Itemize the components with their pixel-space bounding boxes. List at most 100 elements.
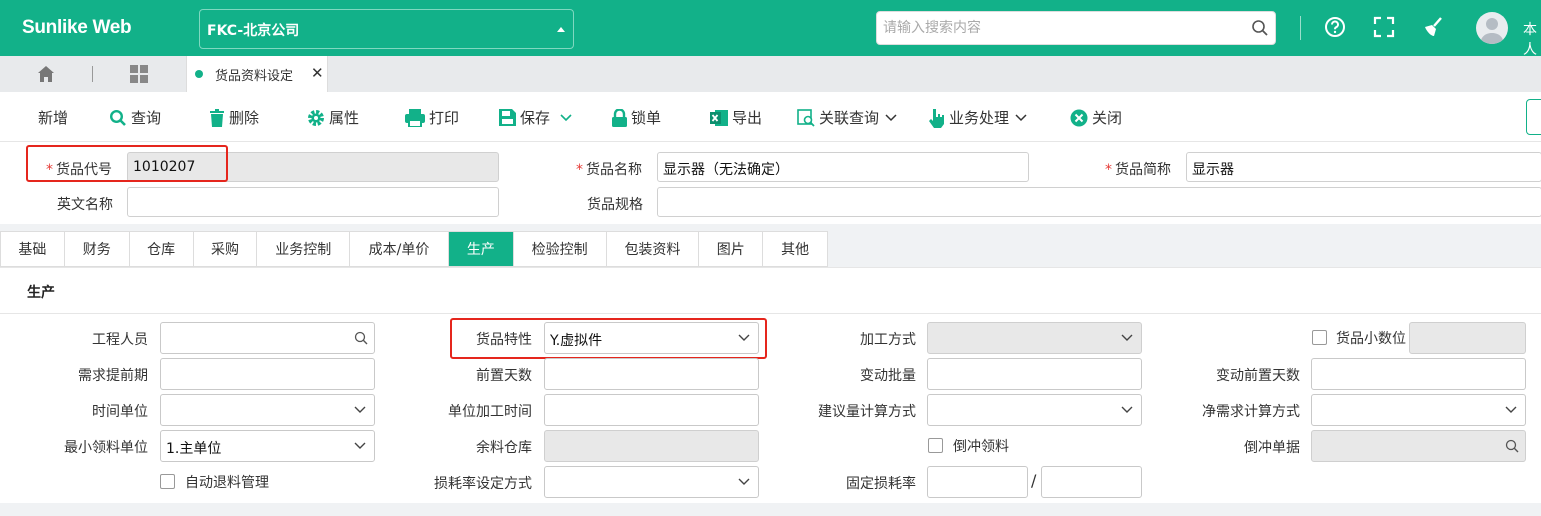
lock-button[interactable]: 锁单 bbox=[612, 107, 661, 128]
company-name: FKC-北京公司 bbox=[207, 23, 300, 39]
net-req-calc-select[interactable] bbox=[1311, 394, 1526, 426]
more-button[interactable] bbox=[1526, 99, 1541, 135]
chevron-down-icon[interactable] bbox=[1015, 113, 1027, 122]
avatar[interactable] bbox=[1476, 12, 1508, 44]
loss-rate-method-label: 损耗率设定方式 bbox=[434, 476, 532, 492]
min-issue-unit-select[interactable]: 1.主单位 bbox=[160, 430, 375, 462]
search-icon[interactable] bbox=[1505, 439, 1519, 453]
backflush-doc-label: 倒冲单据 bbox=[1244, 440, 1300, 456]
change-pre-days-field[interactable] bbox=[1311, 358, 1526, 390]
tab-business-control[interactable]: 业务控制 bbox=[257, 232, 351, 266]
time-unit-select[interactable] bbox=[160, 394, 375, 426]
chevron-down-icon[interactable] bbox=[1121, 334, 1133, 342]
change-batch-label: 变动批量 bbox=[860, 368, 916, 384]
lead-days-field[interactable] bbox=[160, 358, 375, 390]
label-text: 货品简称 bbox=[1115, 162, 1171, 178]
caret-up-icon bbox=[557, 27, 565, 32]
export-button[interactable]: 导出 bbox=[710, 107, 762, 128]
tab-purchase[interactable]: 采购 bbox=[194, 232, 258, 266]
query-button[interactable]: 查询 bbox=[109, 107, 161, 128]
toolbar: 新增 查询 删除 属性 打印 保存 锁单 导出 关联查询 业务处理 关闭 bbox=[0, 92, 1541, 142]
company-selector[interactable]: FKC-北京公司 bbox=[199, 9, 574, 49]
lead-days-label: 需求提前期 bbox=[78, 368, 148, 384]
export-label: 导出 bbox=[732, 109, 763, 127]
chevron-down-icon[interactable] bbox=[738, 478, 750, 486]
fixed-loss-field-a[interactable] bbox=[927, 466, 1028, 498]
tab-warehouse[interactable]: 仓库 bbox=[130, 232, 194, 266]
help-icon[interactable] bbox=[1324, 16, 1346, 38]
lock-label: 锁单 bbox=[631, 109, 662, 127]
required-mark: * bbox=[1105, 162, 1112, 178]
business-button[interactable]: 业务处理 bbox=[929, 107, 1031, 128]
loss-rate-method-select[interactable] bbox=[544, 466, 759, 498]
chevron-down-icon[interactable] bbox=[885, 113, 897, 122]
close-icon[interactable]: ✕ bbox=[311, 64, 324, 82]
document-tab-bar: 货品资料设定 ✕ bbox=[0, 56, 1541, 92]
engineer-label: 工程人员 bbox=[92, 332, 148, 348]
spec-field[interactable] bbox=[657, 187, 1541, 217]
chevron-down-icon[interactable] bbox=[1505, 406, 1517, 414]
divider bbox=[1300, 16, 1301, 40]
suggest-calc-select[interactable] bbox=[927, 394, 1142, 426]
tab-basic[interactable]: 基础 bbox=[1, 232, 65, 266]
top-bar: Sunlike Web FKC-北京公司 本人 bbox=[0, 0, 1541, 59]
chevron-down-icon[interactable] bbox=[1121, 406, 1133, 414]
save-button[interactable]: 保存 bbox=[499, 107, 576, 128]
item-name-field[interactable]: 显示器（无法确定） bbox=[657, 152, 1029, 182]
tab-label: 货品资料设定 bbox=[215, 69, 294, 84]
auto-return-checkbox[interactable] bbox=[160, 474, 175, 489]
search-icon[interactable] bbox=[354, 331, 368, 345]
broom-icon[interactable] bbox=[1421, 16, 1445, 38]
search-input[interactable] bbox=[883, 13, 1243, 43]
search-icon[interactable] bbox=[1251, 19, 1269, 37]
tab-production[interactable]: 生产 bbox=[448, 232, 514, 266]
chevron-down-icon[interactable] bbox=[354, 406, 366, 414]
english-name-field[interactable] bbox=[127, 187, 499, 217]
pre-days-field[interactable] bbox=[544, 358, 759, 390]
tab-other[interactable]: 其他 bbox=[763, 232, 827, 266]
item-short-field[interactable]: 显示器 bbox=[1186, 152, 1541, 182]
time-unit-label: 时间单位 bbox=[92, 404, 148, 420]
change-batch-field[interactable] bbox=[927, 358, 1142, 390]
tab-item-settings[interactable]: 货品资料设定 ✕ bbox=[186, 56, 328, 92]
new-button[interactable]: 新增 bbox=[38, 107, 68, 128]
lock-icon bbox=[612, 108, 627, 127]
engineer-field[interactable] bbox=[160, 322, 375, 354]
tab-inspection[interactable]: 检验控制 bbox=[514, 232, 607, 266]
divider bbox=[0, 313, 1541, 314]
backflush-checkbox[interactable] bbox=[928, 438, 943, 453]
backflush-label: 倒冲领料 bbox=[953, 439, 1009, 455]
grid-icon[interactable] bbox=[130, 65, 149, 83]
chevron-down-icon[interactable] bbox=[354, 442, 366, 450]
tab-finance[interactable]: 财务 bbox=[65, 232, 130, 266]
related-query-label: 关联查询 bbox=[819, 109, 880, 127]
print-button[interactable]: 打印 bbox=[405, 107, 459, 128]
tab-packaging[interactable]: 包装资料 bbox=[607, 232, 700, 266]
tab-images[interactable]: 图片 bbox=[699, 232, 764, 266]
related-query-button[interactable]: 关联查询 bbox=[797, 107, 901, 128]
chevron-down-icon[interactable] bbox=[560, 113, 572, 122]
fullscreen-icon[interactable] bbox=[1373, 16, 1395, 38]
unit-proc-time-label: 单位加工时间 bbox=[448, 404, 532, 420]
pre-days-label: 前置天数 bbox=[476, 368, 532, 384]
label-text: 货品名称 bbox=[586, 162, 642, 178]
highlight-box bbox=[450, 318, 767, 359]
unit-proc-time-field[interactable] bbox=[544, 394, 759, 426]
close-circle-icon bbox=[1070, 109, 1088, 126]
process-method-label: 加工方式 bbox=[860, 332, 916, 348]
close-button[interactable]: 关闭 bbox=[1070, 107, 1122, 128]
surplus-wh-field[interactable] bbox=[544, 430, 759, 462]
home-icon[interactable] bbox=[37, 65, 55, 83]
tab-cost-price[interactable]: 成本/单价 bbox=[350, 232, 449, 266]
search-icon bbox=[109, 109, 126, 126]
delete-button[interactable]: 删除 bbox=[209, 107, 259, 128]
decimal-field[interactable] bbox=[1409, 322, 1526, 354]
decimal-checkbox[interactable] bbox=[1312, 330, 1327, 345]
user-name[interactable]: 本人 bbox=[1523, 19, 1541, 59]
process-method-select[interactable] bbox=[927, 322, 1142, 354]
fixed-loss-field-b[interactable] bbox=[1041, 466, 1142, 498]
properties-button[interactable]: 属性 bbox=[307, 107, 359, 128]
backflush-doc-field[interactable] bbox=[1311, 430, 1526, 462]
global-search[interactable] bbox=[876, 11, 1276, 45]
printer-icon bbox=[405, 108, 425, 127]
